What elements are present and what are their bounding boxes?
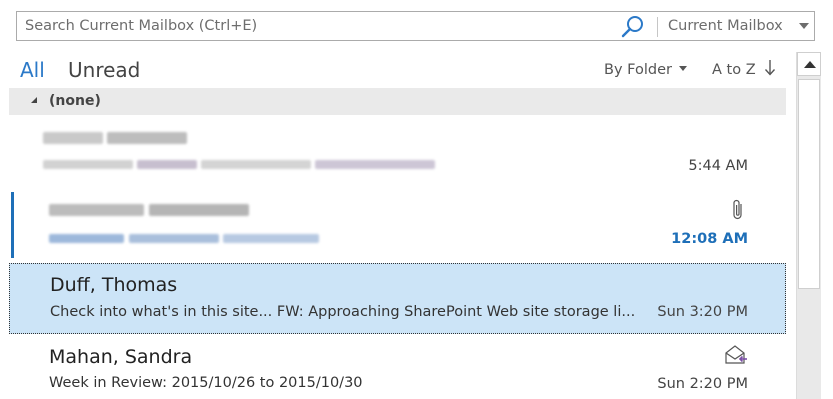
chevron-down-icon — [678, 65, 687, 71]
unread-indicator — [11, 192, 14, 258]
search-input[interactable] — [17, 12, 617, 40]
search-scope-label: Current Mailbox — [668, 18, 783, 34]
divider — [657, 17, 658, 37]
message-sender: Duff, Thomas — [50, 274, 178, 296]
tab-unread[interactable]: Unread — [68, 58, 140, 82]
search-bar: Current Mailbox — [16, 11, 815, 41]
message-time: 5:44 AM — [688, 158, 748, 174]
message-subject: Week in Review: 2015/10/26 to 2015/10/30 — [49, 375, 363, 391]
sort-order-button[interactable]: A to Z — [712, 62, 756, 78]
triangle-up-icon — [804, 61, 816, 68]
message-item[interactable]: 12:08 AM — [9, 190, 786, 258]
paperclip-icon — [731, 198, 745, 222]
collapse-triangle-icon[interactable] — [31, 97, 37, 103]
message-subject: Check into what's in this site... FW: Ap… — [50, 304, 636, 320]
search-scope-dropdown[interactable]: Current Mailbox — [659, 12, 815, 40]
message-time: Sun 2:20 PM — [657, 376, 748, 392]
tab-all[interactable]: All — [20, 58, 45, 82]
envelope-reply-icon — [723, 344, 749, 366]
filter-bar: All Unread By Folder A to Z — [0, 54, 796, 88]
chevron-down-icon — [799, 23, 809, 29]
scroll-up-button[interactable] — [797, 52, 821, 76]
scroll-thumb[interactable] — [798, 79, 820, 289]
arrange-by-label: By Folder — [604, 62, 672, 78]
vertical-scrollbar[interactable] — [796, 52, 821, 399]
search-icon[interactable] — [620, 15, 646, 39]
group-label: (none) — [49, 93, 101, 109]
message-item[interactable]: Duff, Thomas Check into what's in this s… — [9, 263, 786, 334]
message-time: 12:08 AM — [671, 231, 748, 247]
message-item[interactable]: Mahan, Sandra Week in Review: 2015/10/26… — [9, 336, 786, 399]
arrange-by-dropdown[interactable]: By Folder — [604, 62, 687, 78]
group-header[interactable]: (none) — [9, 88, 786, 115]
arrow-down-icon[interactable] — [764, 58, 776, 78]
message-sender: Mahan, Sandra — [49, 346, 193, 368]
message-time: Sun 3:20 PM — [657, 304, 748, 320]
message-item[interactable]: 5:44 AM — [9, 120, 786, 188]
